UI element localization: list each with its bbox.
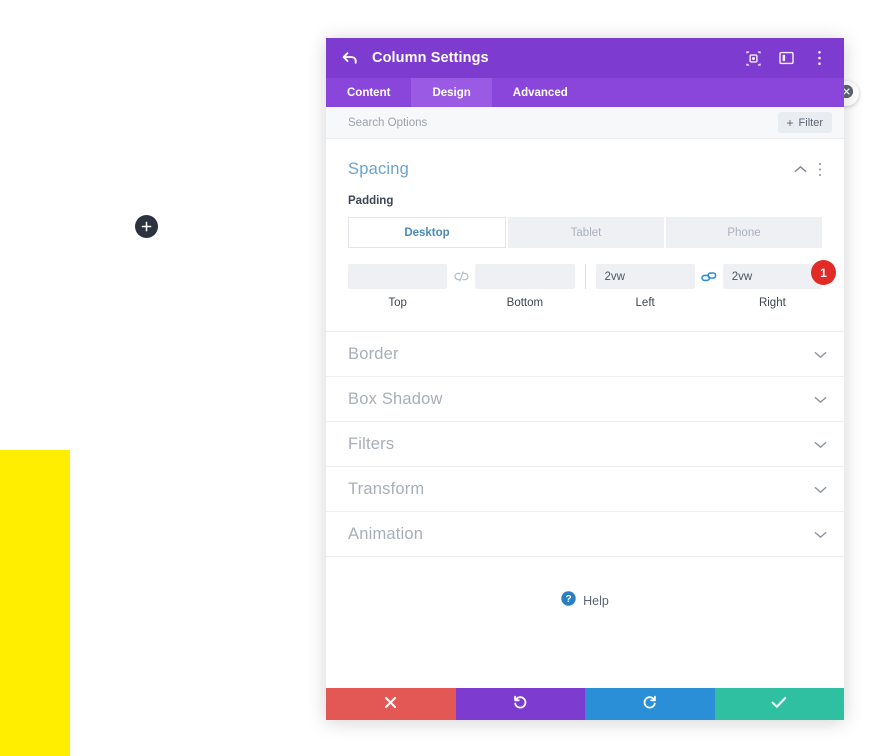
back-arrow-icon[interactable] [340,48,360,68]
column-settings-panel: Column Settings Content Design Advanced … [326,38,844,720]
padding-divider [584,264,586,289]
yellow-column-block [0,450,70,756]
panel-body: Spacing Padding Desktop Tablet Phone Top… [326,139,844,688]
section-border-title: Border [348,344,399,363]
search-input[interactable] [348,116,778,129]
filter-button[interactable]: + Filter [777,112,832,133]
undo-button[interactable] [455,688,585,720]
focus-target-icon[interactable] [744,49,762,67]
chevron-down-icon[interactable] [810,524,830,544]
redo-icon [642,695,657,713]
padding-top-input[interactable] [348,264,448,289]
undo-icon [513,695,528,713]
tab-advanced[interactable]: Advanced [492,78,589,107]
padding-bottom-cell: Bottom [475,264,575,309]
section-box-shadow-title: Box Shadow [348,389,443,408]
section-animation-title: Animation [348,524,424,543]
plus-icon [141,221,152,232]
help-label: Help [583,594,609,608]
device-tab-phone[interactable]: Phone [666,217,822,248]
chevron-up-icon[interactable] [790,159,810,179]
link-broken-icon[interactable] [447,264,475,289]
help-circle-icon: ? [561,591,576,611]
close-x-icon [384,696,397,712]
tab-content[interactable]: Content [326,78,411,107]
check-icon [771,696,787,712]
chevron-down-icon[interactable] [810,434,830,454]
section-box-shadow[interactable]: Box Shadow [326,377,844,422]
padding-left-cell: Left [595,264,695,309]
save-button[interactable] [714,688,844,720]
padding-left-caption: Left [635,297,655,309]
chevron-down-icon[interactable] [810,344,830,364]
device-tab-group: Desktop Tablet Phone [348,217,822,248]
padding-right-input[interactable] [722,264,822,289]
svg-text:?: ? [566,594,572,605]
panel-tabs: Content Design Advanced [326,78,844,107]
section-spacing-header[interactable]: Spacing [326,139,844,185]
section-animation[interactable]: Animation [326,512,844,557]
section-transform-title: Transform [348,479,425,498]
redo-button[interactable] [585,688,715,720]
padding-group-vertical: Top Bottom [348,264,575,309]
more-vertical-icon[interactable] [810,49,828,67]
cancel-button[interactable] [326,688,456,720]
status-badge: 1 [811,260,836,285]
search-row: + Filter [326,107,844,139]
chevron-down-icon[interactable] [810,389,830,409]
layout-columns-icon[interactable] [777,49,795,67]
page-title: Column Settings [372,50,489,66]
padding-right-caption: Right [758,297,786,309]
help-link[interactable]: ? Help [326,557,844,611]
padding-top-cell: Top [348,264,448,309]
panel-header: Column Settings [326,38,844,78]
section-spacing: Spacing Padding Desktop Tablet Phone Top… [326,139,844,332]
section-border[interactable]: Border [326,332,844,377]
padding-inputs-row: Top Bottom 2vw Left 2vw Right 1 [348,260,836,309]
tab-design[interactable]: Design [411,78,492,107]
device-tab-desktop[interactable]: Desktop [348,217,506,248]
filter-label: Filter [798,116,823,129]
section-spacing-title: Spacing [348,159,410,178]
padding-left-input[interactable] [595,264,695,289]
section-filters-title: Filters [348,434,395,453]
padding-bottom-caption: Bottom [506,297,544,309]
section-filters[interactable]: Filters [326,422,844,467]
section-transform[interactable]: Transform [326,467,844,512]
padding-top-caption: Top [388,297,407,309]
padding-right-cell: Right [722,264,822,309]
device-tab-tablet[interactable]: Tablet [508,217,664,248]
panel-footer [326,688,844,720]
link-connected-icon[interactable] [695,264,723,289]
padding-bottom-input[interactable] [475,264,575,289]
padding-group-horizontal: Left Right [595,264,822,309]
add-module-button[interactable] [135,215,158,238]
chevron-down-icon[interactable] [810,479,830,499]
padding-label: Padding [348,195,394,207]
more-vertical-icon[interactable] [810,159,830,179]
plus-icon: + [786,115,794,130]
header-icon-group [744,49,828,67]
